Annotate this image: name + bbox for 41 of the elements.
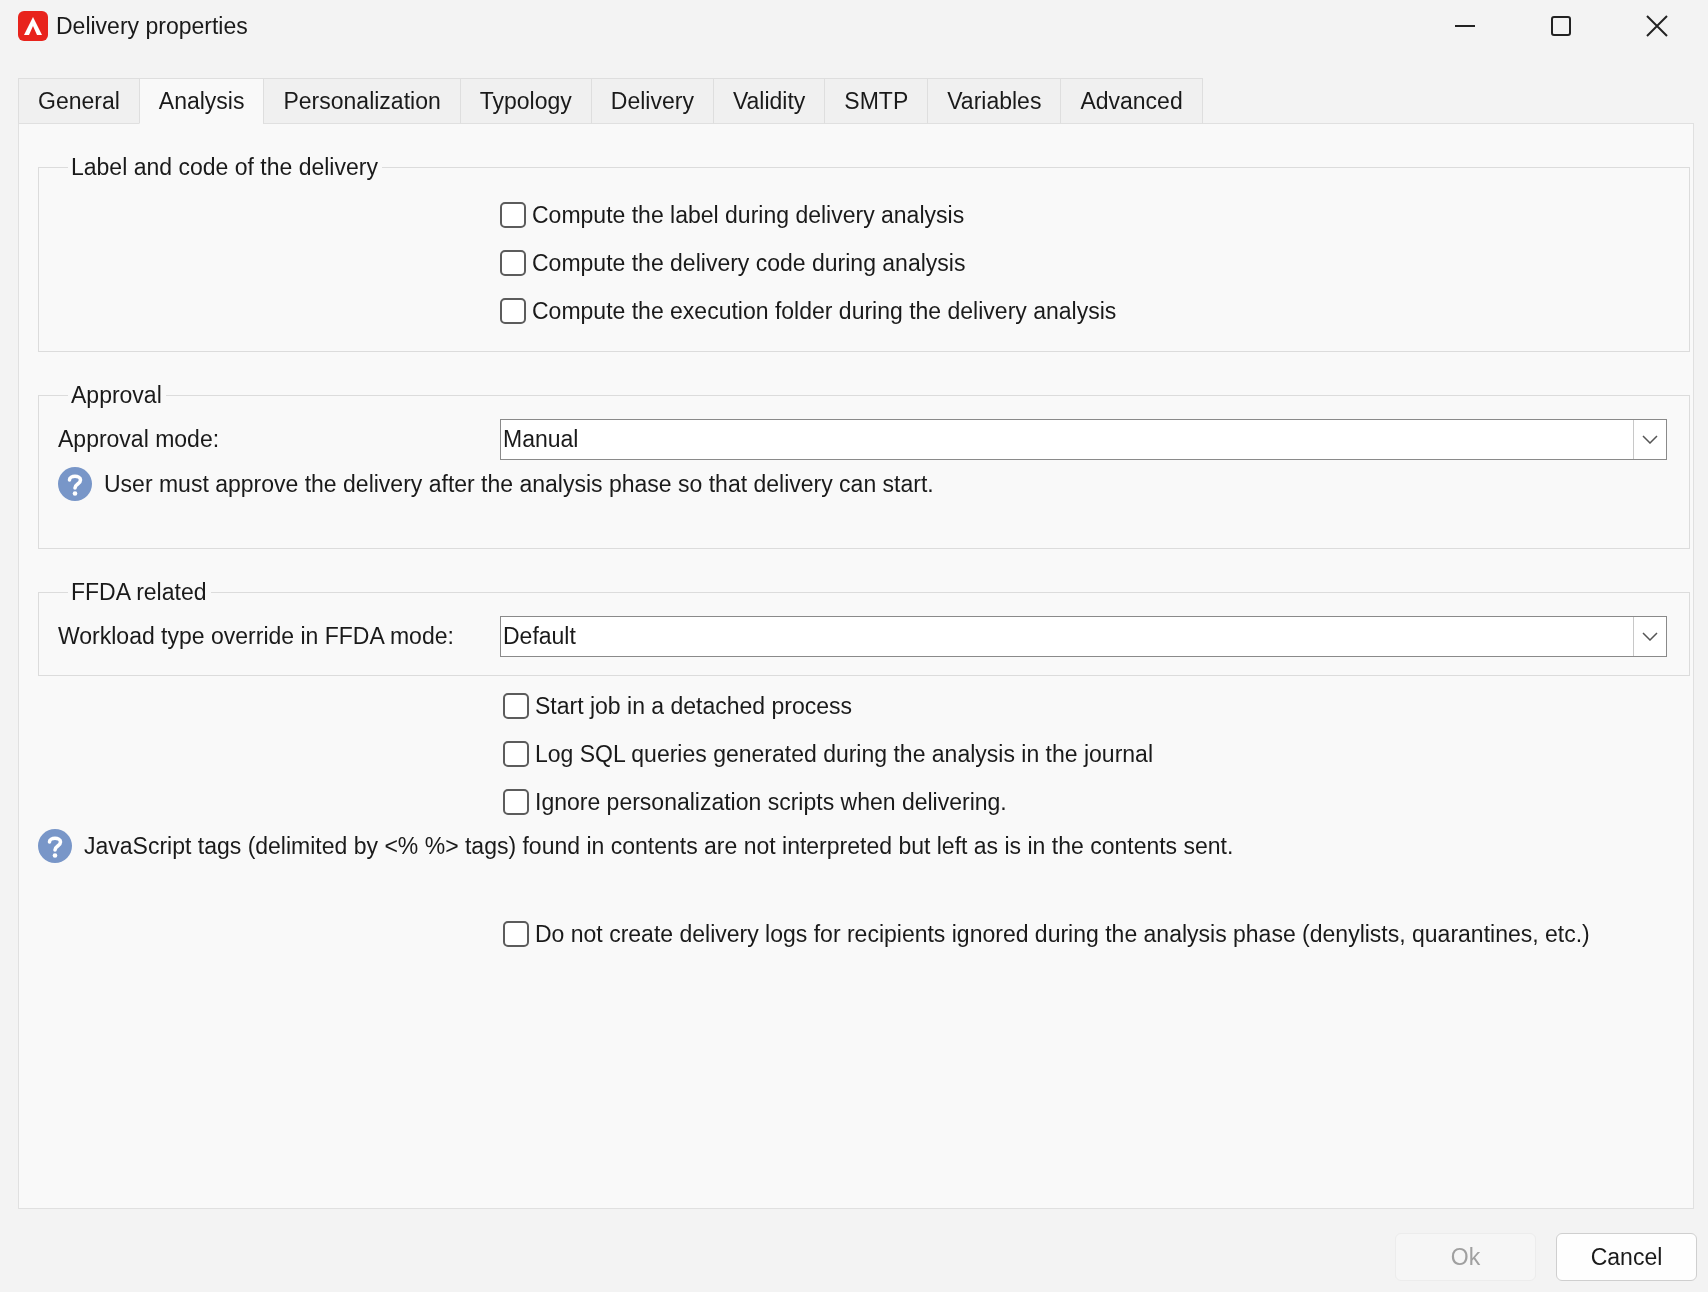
caret-icon[interactable] xyxy=(1642,632,1658,641)
tab[interactable]: SMTP xyxy=(824,78,928,124)
close-icon[interactable] xyxy=(1646,15,1668,37)
tab[interactable]: Analysis xyxy=(138,78,264,124)
dropdown[interactable]: Manual xyxy=(500,419,1667,460)
checkbox[interactable] xyxy=(503,693,529,719)
tab[interactable]: Delivery xyxy=(590,78,713,124)
caret-icon[interactable] xyxy=(1642,435,1658,444)
checkbox-label: Start job in a detached process xyxy=(535,692,853,720)
checkbox[interactable] xyxy=(503,921,529,947)
checkbox[interactable] xyxy=(500,298,526,324)
field-label: Approval mode: xyxy=(58,426,221,453)
window-title: Delivery properties xyxy=(56,12,248,40)
checkbox-label: Compute the label during delivery analysis xyxy=(532,201,965,229)
checkbox[interactable] xyxy=(500,202,526,228)
help-text: JavaScript tags (delimited by <% %> tags) found in contents are not interpreted but left as is in the contents sent. xyxy=(84,832,1234,860)
tab[interactable]: Typology xyxy=(459,78,591,124)
help-icon xyxy=(58,467,92,501)
group-title: FFDA related xyxy=(70,579,208,605)
maximize-icon[interactable] xyxy=(1551,16,1571,36)
tab[interactable]: Variables xyxy=(927,78,1061,124)
group-title: Approval xyxy=(70,382,163,408)
checkbox-label: Do not create delivery logs for recipients ignored during the analysis phase (denylists, quarantines, etc.) xyxy=(535,920,1590,948)
tab[interactable]: Validity xyxy=(712,78,825,124)
checkbox-label: Compute the delivery code during analysis xyxy=(532,249,966,277)
checkbox[interactable] xyxy=(503,789,529,815)
dropdown[interactable]: Default xyxy=(500,616,1667,657)
dialog-button[interactable]: Cancel xyxy=(1556,1233,1697,1281)
help-icon xyxy=(38,829,72,863)
checkbox-label: Ignore personalization scripts when delivering. xyxy=(535,788,1007,816)
tab[interactable]: Personalization xyxy=(263,78,460,124)
help-text: User must approve the delivery after the analysis phase so that delivery can start. xyxy=(104,470,934,498)
checkbox[interactable] xyxy=(500,250,526,276)
checkbox[interactable] xyxy=(503,741,529,767)
tab[interactable]: General xyxy=(18,78,139,124)
group-title: Label and code of the delivery xyxy=(70,154,379,180)
app-logo-icon xyxy=(18,11,48,41)
tab[interactable]: Advanced xyxy=(1060,78,1203,124)
checkbox-label: Compute the execution folder during the delivery analysis xyxy=(532,297,1117,325)
field-label: Workload type override in FFDA mode: xyxy=(58,623,455,650)
checkbox-label: Log SQL queries generated during the analysis in the journal xyxy=(535,740,1153,768)
